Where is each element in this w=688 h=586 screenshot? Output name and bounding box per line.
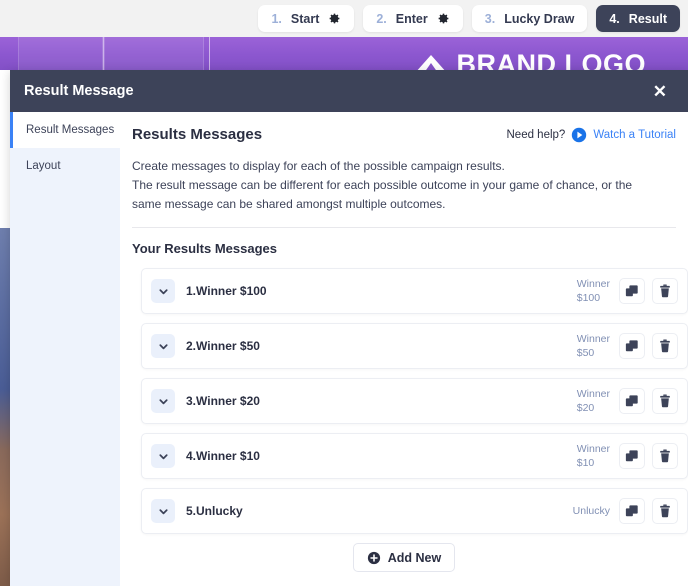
- step-lucky-draw-label: Lucky Draw: [504, 11, 575, 26]
- page-background-strip: [0, 228, 10, 586]
- row-outcome-tag: Winner $100: [577, 277, 610, 305]
- row-outcome-line-1: Winner: [576, 388, 610, 400]
- row-outcome-tag: Winner $10: [577, 442, 610, 470]
- section-divider: [132, 227, 676, 228]
- result-message-modal: Result Message ✕ Result Messages Layout …: [10, 70, 688, 586]
- row-label: 5.Unlucky: [186, 504, 243, 518]
- gear-icon[interactable]: [328, 12, 341, 25]
- table-row[interactable]: 5.Unlucky Unlucky: [141, 488, 688, 534]
- row-outcome-tag: Winner $50: [577, 332, 610, 360]
- help-area: Need help? Watch a Tutorial: [506, 127, 676, 143]
- step-start-label: Start: [290, 11, 320, 26]
- description-line-2: The result message can be different for …: [132, 178, 633, 192]
- modal-header: Result Message ✕: [10, 70, 688, 112]
- row-outcome-line-2: $50: [576, 347, 595, 359]
- copy-icon[interactable]: [619, 498, 645, 524]
- trash-icon[interactable]: [652, 498, 678, 524]
- row-outcome-line-2: $10: [576, 457, 595, 469]
- modal-sidebar: Result Messages Layout: [10, 112, 120, 586]
- row-label: 4.Winner $10: [186, 449, 260, 463]
- row-outcome-line-1: Winner: [576, 443, 610, 455]
- sidebar-item-label: Layout: [26, 160, 61, 172]
- chevron-down-icon[interactable]: [151, 389, 175, 413]
- banner-divider: [209, 37, 210, 70]
- copy-icon[interactable]: [619, 388, 645, 414]
- sidebar-item-label: Result Messages: [26, 124, 115, 136]
- add-new-button[interactable]: Add New: [352, 543, 456, 572]
- copy-icon[interactable]: [619, 333, 645, 359]
- step-start[interactable]: 1. Start: [258, 5, 355, 32]
- add-new-area: Add New: [132, 543, 688, 572]
- row-outcome-line-1: Winner: [576, 278, 610, 290]
- close-icon[interactable]: ✕: [650, 81, 670, 102]
- trash-icon[interactable]: [652, 443, 678, 469]
- brand-logo: BRAND LOGO: [414, 51, 647, 70]
- table-row[interactable]: 2.Winner $50 Winner $50: [141, 323, 688, 369]
- step-result[interactable]: 4. Result: [596, 5, 680, 32]
- row-outcome-tag: Winner $20: [577, 387, 610, 415]
- screen-root: 1. Start 2. Enter 3. Lucky Draw 4. Resul…: [0, 0, 688, 586]
- row-outcome-line-2: $100: [576, 292, 601, 304]
- page-title: Results Messages: [132, 126, 263, 143]
- copy-icon[interactable]: [619, 278, 645, 304]
- trash-icon[interactable]: [652, 388, 678, 414]
- step-start-number: 1.: [271, 11, 282, 26]
- modal-body: Result Messages Layout Results Messages …: [10, 112, 688, 586]
- table-row[interactable]: 3.Winner $20 Winner $20: [141, 378, 688, 424]
- chevron-down-icon[interactable]: [151, 279, 175, 303]
- step-lucky-draw-number: 3.: [484, 11, 496, 26]
- banner-panel: [104, 37, 204, 70]
- step-enter-number: 2.: [376, 11, 387, 26]
- brand-name: BRAND LOGO: [456, 49, 646, 71]
- results-messages-subheading: Your Results Messages: [132, 241, 277, 256]
- step-result-label: Result: [628, 11, 667, 26]
- need-help-label: Need help?: [506, 128, 566, 141]
- content-header: Results Messages Need help? Watch a Tuto…: [132, 126, 688, 143]
- trash-icon[interactable]: [652, 333, 678, 359]
- banner-panel: [18, 37, 103, 70]
- plus-circle-icon: [367, 551, 381, 565]
- description-line-1: Create messages to display for each of t…: [132, 159, 505, 173]
- table-row[interactable]: 4.Winner $10 Winner $10: [141, 433, 688, 479]
- row-outcome-tag: Unlucky: [573, 504, 610, 518]
- step-enter[interactable]: 2. Enter: [363, 5, 463, 32]
- campaign-step-bar: 1. Start 2. Enter 3. Lucky Draw 4. Resul…: [0, 0, 688, 37]
- brand-mark-icon: [414, 51, 448, 70]
- sidebar-item-result-messages[interactable]: Result Messages: [10, 112, 120, 148]
- row-outcome-line-2: $20: [576, 402, 595, 414]
- modal-title: Result Message: [24, 83, 134, 99]
- copy-icon[interactable]: [619, 443, 645, 469]
- chevron-down-icon[interactable]: [151, 444, 175, 468]
- add-new-label: Add New: [387, 550, 442, 565]
- row-label: 3.Winner $20: [186, 394, 260, 408]
- play-circle-icon[interactable]: [571, 127, 587, 143]
- gear-icon[interactable]: [437, 12, 450, 25]
- step-enter-label: Enter: [395, 11, 428, 26]
- row-outcome-line-1: Unlucky: [572, 505, 610, 517]
- row-label: 2.Winner $50: [186, 339, 260, 353]
- results-messages-list: 1.Winner $100 Winner $100 2.Winner $50 W…: [132, 268, 688, 534]
- chevron-down-icon[interactable]: [151, 334, 175, 358]
- table-row[interactable]: 1.Winner $100 Winner $100: [141, 268, 688, 314]
- description-text: Create messages to display for each of t…: [132, 157, 688, 214]
- modal-content: Results Messages Need help? Watch a Tuto…: [120, 112, 688, 586]
- step-result-number: 4.: [609, 11, 620, 26]
- trash-icon[interactable]: [652, 278, 678, 304]
- sidebar-item-layout[interactable]: Layout: [10, 148, 120, 184]
- row-outcome-line-1: Winner: [576, 333, 610, 345]
- brand-banner: BRAND LOGO: [0, 37, 688, 70]
- watch-tutorial-link[interactable]: Watch a Tutorial: [593, 129, 676, 141]
- step-lucky-draw[interactable]: 3. Lucky Draw: [471, 5, 588, 32]
- description-line-3: same message can be shared amongst multi…: [132, 197, 446, 211]
- chevron-down-icon[interactable]: [151, 499, 175, 523]
- row-label: 1.Winner $100: [186, 284, 267, 298]
